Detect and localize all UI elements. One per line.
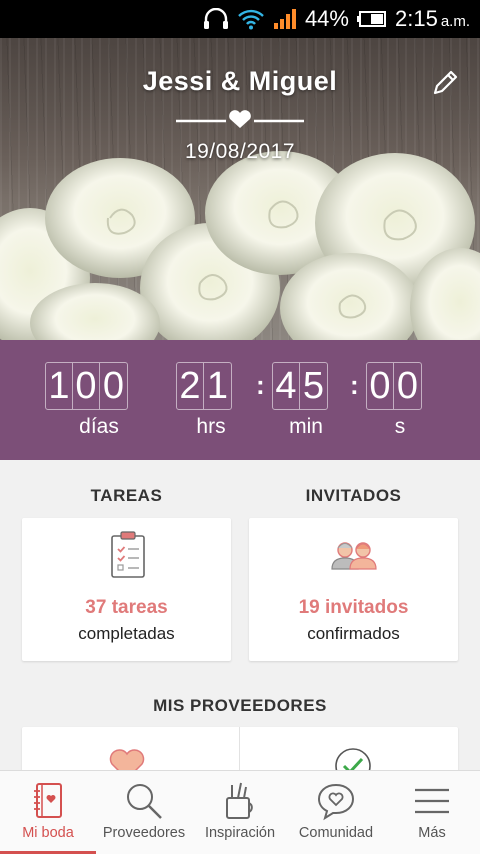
battery-percent: 44% xyxy=(304,6,349,31)
guests-status: confirmados xyxy=(307,624,400,643)
hours-digit: 2 xyxy=(177,363,204,409)
minutes-digit: 5 xyxy=(302,364,325,407)
guests-couple-icon xyxy=(331,542,377,570)
guests-section-title: INVITADOS xyxy=(305,486,402,505)
clipboard-checklist-icon xyxy=(111,531,145,578)
seconds-digit: 0 xyxy=(396,364,419,407)
tasks-card[interactable]: 37 tareas completadas xyxy=(22,518,231,661)
app-screen: 44% 2:15 a.m. Jessi & Miguel 19/08/2017 … xyxy=(0,0,480,854)
days-digit: 0 xyxy=(102,364,125,407)
colon-separator: : xyxy=(256,370,265,400)
hours-label: hrs xyxy=(196,415,226,438)
pencil-cup-icon xyxy=(226,782,253,819)
status-bar: 44% 2:15 a.m. xyxy=(0,0,480,38)
tasks-status: completadas xyxy=(78,624,175,643)
colon-separator: : xyxy=(350,370,359,400)
vendors-section-title: MIS PROVEEDORES xyxy=(153,696,327,715)
nav-item-proveedores[interactable]: Proveedores xyxy=(96,771,192,854)
seconds-label: s xyxy=(394,415,406,438)
nav-label: Comunidad xyxy=(298,825,374,841)
days-label: días xyxy=(79,415,119,438)
hours-digit: 1 xyxy=(206,364,229,407)
bottom-navigation: Mi boda Proveedores Inspiración Comunida… xyxy=(0,770,480,854)
guests-count: 19 invitados xyxy=(298,597,409,618)
seconds-counter: 0 0 xyxy=(366,362,422,410)
nav-item-comunidad[interactable]: Comunidad xyxy=(288,771,384,854)
chat-heart-icon xyxy=(317,783,355,821)
edit-pencil-icon[interactable] xyxy=(430,68,460,98)
search-icon xyxy=(127,784,162,819)
tasks-section-title: TAREAS xyxy=(90,486,163,505)
hours-counter: 2 1 xyxy=(176,362,232,410)
days-digit: 1 xyxy=(46,363,73,409)
nav-label: Mi boda xyxy=(22,825,74,841)
days-counter: 1 0 0 xyxy=(45,362,128,410)
couple-names: Jessi & Miguel xyxy=(142,66,338,96)
minutes-label: min xyxy=(289,415,323,438)
nav-item-mi-boda[interactable]: Mi boda xyxy=(0,771,96,854)
signal-icon xyxy=(273,8,297,30)
nav-label: Proveedores xyxy=(102,825,186,841)
minutes-counter: 4 5 xyxy=(272,362,328,410)
minutes-digit: 4 xyxy=(273,363,300,409)
days-digit: 0 xyxy=(73,363,100,409)
wedding-countdown: 1 0 0 días 2 1 hrs : 4 5 min : 0 0 s xyxy=(0,340,480,460)
nav-label: Inspiración xyxy=(204,825,276,841)
heart-divider-icon xyxy=(176,110,304,128)
clock: 2:15 a.m. xyxy=(394,6,470,31)
guests-card[interactable]: 19 invitados confirmados xyxy=(249,518,458,661)
nav-item-mas[interactable]: Más xyxy=(384,771,480,854)
battery-icon xyxy=(356,9,387,29)
menu-icon xyxy=(415,788,449,814)
wedding-date: 19/08/2017 xyxy=(184,140,296,163)
headset-icon xyxy=(203,8,229,30)
wedding-cover-photo: Jessi & Miguel 19/08/2017 xyxy=(0,38,480,340)
wifi-icon xyxy=(237,8,265,30)
seconds-digit: 0 xyxy=(367,363,394,409)
nav-item-inspiracion[interactable]: Inspiración xyxy=(192,771,288,854)
notebook-icon xyxy=(34,783,62,818)
nav-label: Más xyxy=(418,825,446,841)
tasks-count: 37 tareas xyxy=(85,597,168,618)
